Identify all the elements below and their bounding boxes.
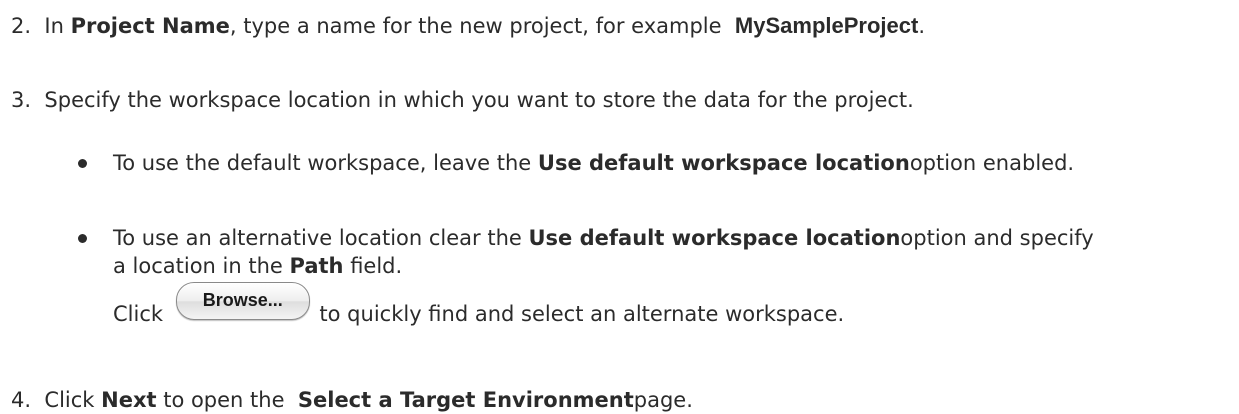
bullet-item-default-workspace: To use the default workspace, leave the … bbox=[113, 149, 1074, 177]
step-text: page. bbox=[633, 388, 693, 412]
step-number: 3. bbox=[11, 88, 32, 112]
step-text: In bbox=[44, 14, 71, 38]
browse-button[interactable]: Browse... bbox=[175, 282, 310, 320]
ui-term-path: Path bbox=[289, 254, 344, 278]
step-2: 2. In Project Name, type a name for the … bbox=[11, 12, 925, 40]
bullet-item-continuation: a location in the Path field. bbox=[113, 252, 402, 280]
ui-term-use-default-workspace: Use default workspace location bbox=[528, 226, 901, 250]
bullet-text: option enabled. bbox=[909, 151, 1075, 175]
bullet-text: Click bbox=[113, 302, 170, 326]
ui-term-project-name: Project Name bbox=[70, 14, 230, 38]
bullet-text: a location in the bbox=[113, 254, 290, 278]
bullet-text: To use the default workspace, leave the bbox=[113, 151, 538, 175]
bullet-marker bbox=[78, 159, 87, 168]
ui-term-use-default-workspace: Use default workspace location bbox=[537, 151, 910, 175]
bullet-item-alternative-location: To use an alternative location clear the… bbox=[113, 224, 1094, 252]
step-4: 4. Click Next to open the Select a Targe… bbox=[11, 386, 693, 414]
bullet-item-browse-line: Click Browse... to quickly find and sele… bbox=[113, 282, 845, 334]
step-number: 2. bbox=[11, 14, 32, 38]
step-text: Click bbox=[44, 388, 102, 412]
example-project-name: MySampleProject bbox=[734, 13, 919, 38]
step-text: to open the bbox=[156, 388, 292, 412]
ui-term-select-target-environment: Select a Target Environment bbox=[297, 388, 634, 412]
bullet-marker bbox=[78, 234, 87, 243]
step-3: 3. Specify the workspace location in whi… bbox=[11, 86, 914, 114]
bullet-text: option and specify bbox=[900, 226, 1094, 250]
ui-term-next: Next bbox=[101, 388, 157, 412]
step-text: . bbox=[918, 14, 926, 38]
bullet-text: To use an alternative location clear the bbox=[113, 226, 529, 250]
bullet-text: field. bbox=[343, 254, 403, 278]
bullet-text: to quickly find and select an alternate … bbox=[312, 302, 845, 326]
step-text: Specify the workspace location in which … bbox=[44, 88, 914, 112]
step-text: , type a name for the new project, for e… bbox=[229, 14, 729, 38]
step-number: 4. bbox=[11, 388, 32, 412]
